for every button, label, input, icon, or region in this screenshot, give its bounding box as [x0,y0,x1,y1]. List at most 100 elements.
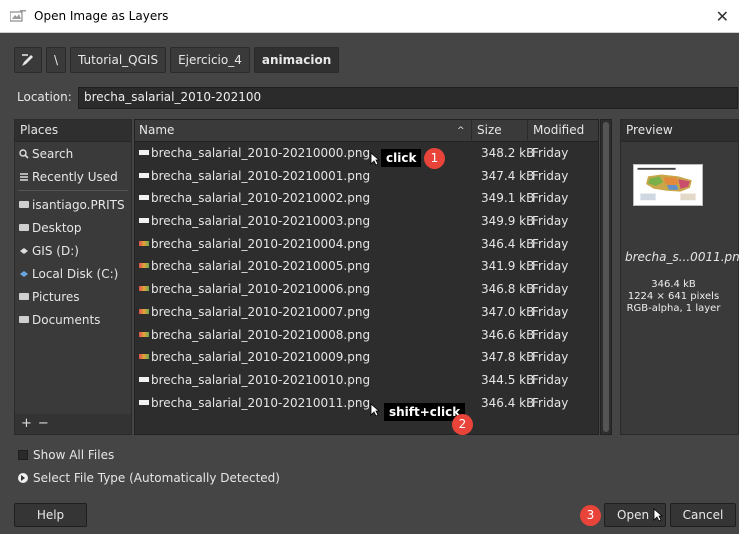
file-row[interactable]: brecha_salarial_2010-20210011.png 346.4 k… [135,392,598,415]
file-thumbnail-icon [139,354,149,360]
places-item-pictures[interactable]: Pictures [15,285,131,308]
preview-filename: brecha_s...0011.png [625,250,739,264]
file-name: brecha_salarial_2010-20210003.png [151,214,371,229]
file-thumbnail-icon [139,376,149,382]
help-button[interactable]: Help [14,503,87,527]
file-thumbnail-icon [139,150,149,155]
cancel-button[interactable]: Cancel [670,503,736,527]
file-list-scrollbar[interactable] [600,119,612,435]
file-size: 341.9 kB [481,259,535,274]
open-button-label: Open [617,508,650,522]
column-header-size[interactable]: Size [477,123,502,137]
file-row[interactable]: brecha_salarial_2010-20210006.png 346.8 k… [135,278,598,301]
places-item-label: GIS (D:) [32,243,79,258]
edit-icon [22,54,33,66]
window-title: Open Image as Layers [34,9,169,23]
places-item-search[interactable]: Search [15,142,131,165]
places-footer: +− [15,414,131,434]
drive-icon [20,247,28,254]
expander-arrow-icon[interactable] [18,473,28,483]
file-modified: Friday [532,395,569,410]
path-crumb-ejercicio[interactable]: Ejercicio_4 [170,47,250,73]
mouse-pointer-icon [370,152,380,166]
column-header-name[interactable]: Name [139,123,174,137]
file-thumbnail-icon [139,331,149,337]
file-thumbnail-icon [139,399,149,405]
file-thumbnail-icon [139,286,149,292]
places-item-home[interactable]: isantiago.PRITS [15,193,131,216]
file-size: 346.8 kB [481,282,535,297]
file-name: brecha_salarial_2010-20210007.png [151,304,371,319]
folder-icon [19,224,29,231]
places-item-label: Local Disk (C:) [32,266,119,281]
file-row[interactable]: brecha_salarial_2010-20210000.png 348.2 k… [135,142,598,165]
scrollbar-thumb[interactable] [603,122,609,432]
file-name: brecha_salarial_2010-20210009.png [151,350,371,365]
file-row[interactable]: brecha_salarial_2010-20210008.png 346.6 k… [135,324,598,347]
step-badge-1: 1 [424,148,445,169]
file-name: brecha_salarial_2010-20210005.png [151,259,371,274]
preview-mode: RGB-alpha, 1 layer [626,303,721,314]
file-name: brecha_salarial_2010-20210011.png [151,395,371,410]
show-all-files-label: Show All Files [33,448,115,462]
app-icon [10,10,26,22]
location-label: Location: [17,90,72,104]
file-row[interactable]: brecha_salarial_2010-20210010.png 344.5 k… [135,369,598,392]
file-row[interactable]: brecha_salarial_2010-20210009.png 347.8 k… [135,346,598,369]
places-item-label: Desktop [32,220,82,235]
places-item-local-disk[interactable]: Local Disk (C:) [15,262,131,285]
folder-icon [19,293,29,300]
file-thumbnail-icon [139,308,149,314]
file-rows: brecha_salarial_2010-20210000.png 348.2 k… [135,142,598,414]
show-all-files-toggle[interactable]: Show All Files [18,448,114,462]
file-row[interactable]: brecha_salarial_2010-20210002.png 349.1 k… [135,187,598,210]
places-item-label: isantiago.PRITS [32,197,125,212]
click-annotation: click [381,149,422,167]
places-divider [18,190,128,191]
places-panel: Places Search Recently Used isantiago.PR… [14,119,132,435]
file-row[interactable]: brecha_salarial_2010-20210005.png 341.9 k… [135,255,598,278]
remove-place-button[interactable]: − [38,416,55,431]
column-header-modified[interactable]: Modified [533,123,584,137]
step-badge-2: 2 [452,414,473,435]
file-modified: Friday [532,350,569,365]
file-size: 346.4 kB [481,395,535,410]
step-badge-3: 3 [580,505,601,526]
close-icon[interactable]: ✕ [716,7,729,26]
path-crumb-tutorial[interactable]: Tutorial_QGIS [70,47,167,73]
places-item-gis-drive[interactable]: GIS (D:) [15,239,131,262]
path-root-button[interactable]: \ [46,47,67,73]
preview-info: 346.4 kB 1224 × 641 pixels RGB-alpha, 1 … [621,279,726,315]
select-file-type-expander[interactable]: Select File Type (Automatically Detected… [18,471,280,485]
file-name: brecha_salarial_2010-20210001.png [151,168,371,183]
places-item-recently-used[interactable]: Recently Used [15,165,131,188]
mouse-pointer-icon [653,508,663,522]
file-row[interactable]: brecha_salarial_2010-20210003.png 349.9 k… [135,210,598,233]
checkbox[interactable] [18,450,28,460]
places-item-documents[interactable]: Documents [15,308,131,331]
file-size: 346.6 kB [481,327,535,342]
file-modified: Friday [532,327,569,342]
file-modified: Friday [532,236,569,251]
file-modified: Friday [532,282,569,297]
file-size: 347.0 kB [481,304,535,319]
select-file-type-label: Select File Type (Automatically Detected… [33,471,280,485]
file-row[interactable]: brecha_salarial_2010-20210007.png 347.0 k… [135,301,598,324]
file-modified: Friday [532,191,569,206]
preview-header: Preview [621,120,738,142]
file-name: brecha_salarial_2010-20210010.png [151,372,371,387]
places-item-desktop[interactable]: Desktop [15,216,131,239]
preview-size: 346.4 kB [651,279,696,290]
path-bar: \ Tutorial_QGIS Ejercicio_4 animacion [14,47,340,73]
add-place-button[interactable]: + [21,416,38,431]
edit-path-button[interactable] [14,47,42,73]
file-row[interactable]: brecha_salarial_2010-20210004.png 346.4 k… [135,233,598,256]
places-item-label: Recently Used [32,169,118,184]
location-input[interactable]: brecha_salarial_2010-202100 [78,87,738,109]
file-thumbnail-icon [139,263,149,269]
places-item-label: Documents [32,312,101,327]
file-size: 349.1 kB [481,191,535,206]
sort-ascending-icon: ^ [457,126,465,136]
file-row[interactable]: brecha_salarial_2010-20210001.png 347.4 k… [135,165,598,188]
path-crumb-animacion[interactable]: animacion [253,47,340,73]
